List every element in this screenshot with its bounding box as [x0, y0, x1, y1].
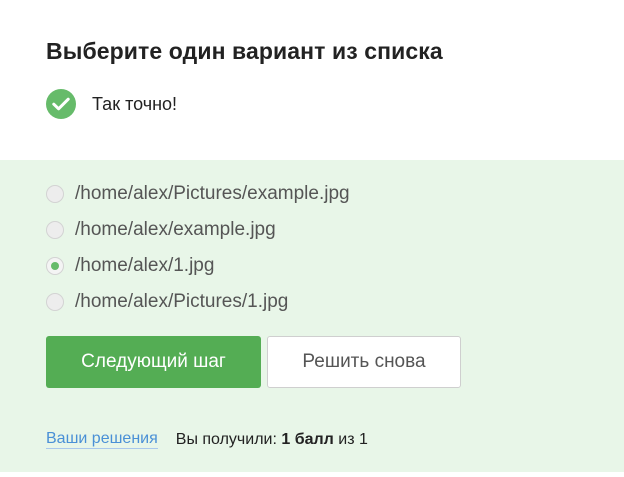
next-step-button[interactable]: Следующий шаг — [46, 336, 261, 388]
quiz-header: Выберите один вариант из списка Так точн… — [0, 0, 624, 160]
score-suffix: из 1 — [338, 430, 368, 448]
radio-button[interactable] — [46, 221, 64, 239]
option-item[interactable]: /home/alex/Pictures/1.jpg — [46, 284, 350, 320]
retry-button[interactable]: Решить снова — [267, 336, 461, 388]
result-status: Так точно! — [46, 89, 177, 119]
action-buttons: Следующий шаг Решить снова — [46, 336, 461, 388]
radio-button[interactable] — [46, 185, 64, 203]
score-text: Вы получили: 1 балл из 1 — [176, 431, 368, 449]
status-text: Так точно! — [92, 93, 178, 114]
options-list: /home/alex/Pictures/example.jpg /home/al… — [46, 176, 350, 320]
radio-selected-dot — [51, 262, 59, 270]
score-value: 1 балл — [281, 430, 334, 448]
solutions-link[interactable]: Ваши решения — [46, 430, 158, 449]
radio-button-selected[interactable] — [46, 257, 64, 275]
option-item[interactable]: /home/alex/Pictures/example.jpg — [46, 176, 350, 212]
option-item[interactable]: /home/alex/example.jpg — [46, 212, 350, 248]
checkmark-icon — [46, 89, 76, 119]
option-label: /home/alex/Pictures/1.jpg — [75, 291, 289, 312]
option-label: /home/alex/1.jpg — [75, 255, 215, 276]
option-label: /home/alex/example.jpg — [75, 219, 276, 240]
option-label: /home/alex/Pictures/example.jpg — [75, 183, 350, 204]
quiz-title: Выберите один вариант из списка — [46, 38, 443, 64]
result-footer: Ваши решения Вы получили: 1 балл из 1 — [46, 430, 368, 449]
quiz-page: Выберите один вариант из списка Так точн… — [0, 0, 624, 477]
option-item[interactable]: /home/alex/1.jpg — [46, 248, 350, 284]
score-prefix: Вы получили: — [175, 430, 277, 448]
radio-button[interactable] — [46, 293, 64, 311]
